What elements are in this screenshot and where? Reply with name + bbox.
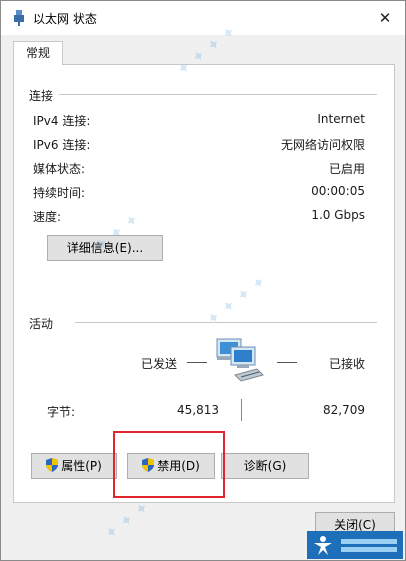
- uac-shield-icon: [46, 458, 59, 472]
- ipv4-value: Internet: [317, 112, 365, 126]
- sent-dash: [187, 362, 207, 363]
- bytes-received-value: 82,709: [323, 403, 365, 417]
- ipv6-value: 无网络访问权限: [280, 138, 365, 152]
- title-bar: 以太网 状态 ✕: [1, 1, 405, 35]
- sent-label: 已发送: [141, 357, 178, 371]
- bytes-label: 字节:: [47, 405, 76, 419]
- watermark-decoration: ✦ ✦ ✦: [100, 497, 153, 544]
- ipv4-label: IPv4 连接:: [33, 114, 91, 128]
- properties-button-label: 属性(P): [61, 459, 102, 473]
- duration-label: 持续时间:: [33, 186, 86, 200]
- connection-divider: [59, 94, 377, 95]
- activity-divider: [75, 322, 377, 323]
- diagnose-button[interactable]: 诊断(G): [221, 453, 309, 479]
- network-computers-icon: [216, 338, 264, 382]
- site-logo: [307, 531, 403, 559]
- person-logo-icon: [314, 536, 332, 555]
- ethernet-icon: [14, 10, 24, 26]
- close-window-icon[interactable]: ✕: [365, 1, 405, 35]
- bytes-separator: [241, 399, 242, 421]
- properties-button[interactable]: 属性(P): [31, 453, 117, 479]
- speed-label: 速度:: [33, 210, 62, 224]
- logo-bar: [341, 547, 397, 552]
- connection-section-label: 连接: [29, 87, 54, 104]
- bytes-sent-value: 45,813: [177, 403, 219, 417]
- logo-bar: [341, 539, 397, 544]
- duration-value: 00:00:05: [311, 184, 365, 198]
- media-state-label: 媒体状态:: [33, 162, 86, 176]
- activity-section-label: 活动: [29, 315, 54, 332]
- window-title: 以太网 状态: [33, 12, 97, 26]
- red-highlight-box: [113, 431, 225, 498]
- tab-general[interactable]: 常规: [13, 41, 63, 65]
- ipv6-label: IPv6 连接:: [33, 138, 91, 152]
- ethernet-status-window: 以太网 状态 ✕ 常规 连接 IPv4 连接: Internet IPv6 连接…: [0, 0, 406, 561]
- media-state-value: 已启用: [328, 162, 365, 176]
- speed-value: 1.0 Gbps: [311, 208, 365, 222]
- received-dash: [277, 362, 297, 363]
- received-label: 已接收: [329, 357, 366, 371]
